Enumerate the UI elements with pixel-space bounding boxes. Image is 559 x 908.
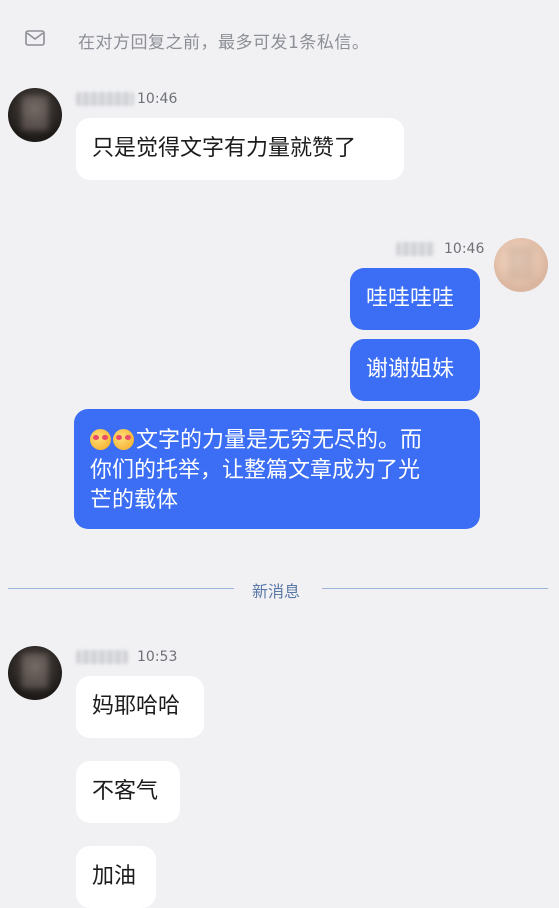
mail-icon	[25, 30, 45, 46]
avatar[interactable]	[8, 88, 62, 142]
message-text: 不客气	[92, 779, 159, 804]
message-text: 妈耶哈哈	[92, 694, 181, 719]
smiling-face-hearts-icon	[90, 429, 111, 450]
message-bubble-incoming[interactable]: 妈耶哈哈	[76, 676, 204, 738]
message-time: 10:46	[444, 241, 485, 257]
message-bubble-incoming[interactable]: 不客气	[76, 761, 180, 823]
dm-limit-notice: 在对方回复之前，最多可发1条私信。	[0, 22, 559, 56]
new-messages-divider: 新消息	[252, 582, 301, 601]
sender-name-blurred	[396, 242, 434, 256]
sender-name-blurred	[76, 92, 134, 106]
notice-text: 在对方回复之前，最多可发1条私信。	[78, 33, 370, 53]
message-bubble-incoming[interactable]: 只是觉得文字有力量就赞了	[76, 118, 404, 180]
message-line-3: 芒的载体	[90, 488, 179, 513]
message-time: 10:46	[137, 91, 178, 107]
message-time: 10:53	[137, 649, 178, 665]
divider-line-left	[8, 588, 234, 589]
message-line-2: 你们的托举，让整篇文章成为了光	[90, 458, 421, 483]
message-text: 只是觉得文字有力量就赞了	[92, 136, 357, 161]
avatar[interactable]	[8, 646, 62, 700]
message-bubble-incoming[interactable]: 加油	[76, 846, 156, 908]
message-text: 谢谢姐妹	[366, 357, 455, 382]
message-text: 哇哇哇哇	[366, 286, 455, 311]
message-line-1: 文字的力量是无穷无尽的。而	[90, 426, 422, 456]
smiling-face-hearts-icon	[113, 429, 134, 450]
sender-name-blurred	[76, 650, 128, 664]
message-bubble-outgoing[interactable]: 文字的力量是无穷无尽的。而 你们的托举，让整篇文章成为了光 芒的载体	[74, 409, 480, 529]
message-bubble-outgoing[interactable]: 哇哇哇哇	[350, 268, 480, 330]
divider-line-right	[322, 588, 548, 589]
message-bubble-outgoing[interactable]: 谢谢姐妹	[350, 339, 480, 401]
avatar[interactable]	[494, 238, 548, 292]
message-text: 加油	[92, 864, 137, 889]
